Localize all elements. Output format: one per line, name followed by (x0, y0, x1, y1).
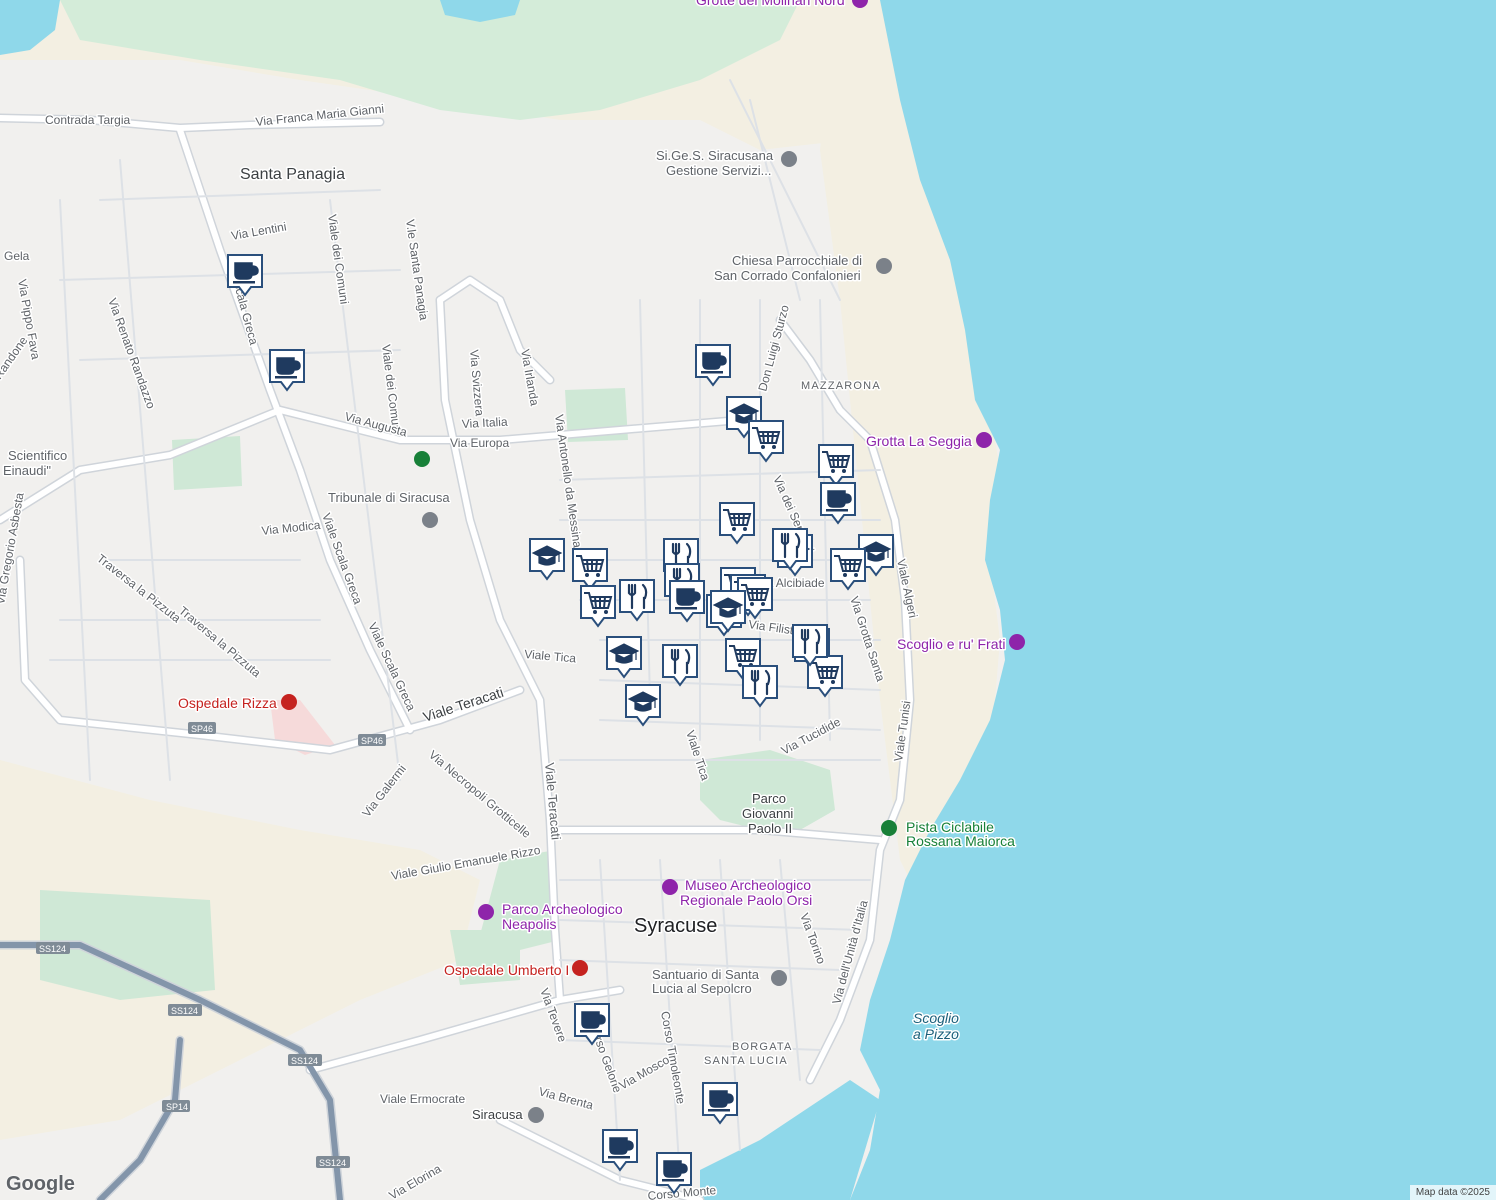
green-poi-pin[interactable] (414, 451, 430, 467)
ss124-label-3: SS124 (291, 1056, 318, 1066)
museo-pin[interactable] (662, 879, 678, 895)
museo-label-2[interactable]: Regionale Paolo Orsi (679, 891, 814, 910)
parco-label-3[interactable]: Paolo II (747, 820, 794, 838)
gela-label: Gela (4, 249, 30, 263)
chiesa-label-1[interactable]: Chiesa Parrocchiale di (731, 252, 864, 270)
ospedale-rizza-label[interactable]: Ospedale Rizza (177, 694, 279, 713)
sp46-label-1: SP46 (191, 724, 213, 734)
borgata-label-2: SANTA LUCIA (704, 1055, 788, 1067)
parco-label-1[interactable]: Parco (751, 790, 788, 808)
viale-ermocrate-label: Viale Ermocrate (380, 1092, 465, 1106)
sp14-label: SP14 (166, 1102, 188, 1112)
scoglio-pizzo-label-1: Scoglio (913, 1010, 959, 1026)
santuario-pin[interactable] (771, 970, 787, 986)
ss124-label-1: SS124 (39, 944, 66, 954)
ss124-label-4: SS124 (319, 1158, 346, 1168)
liceo-label-2[interactable]: Einaudi" (2, 462, 53, 480)
siges-label-2[interactable]: Gestione Servizi... (665, 162, 774, 180)
syracuse-label: Syracuse (634, 915, 717, 937)
chiesa-label-2[interactable]: San Corrado Confalonieri (713, 267, 863, 285)
grotta-la-seggia-pin[interactable] (976, 432, 992, 448)
sp46-label-2: SP46 (361, 736, 383, 746)
parco-label-2[interactable]: Giovanni (741, 805, 795, 823)
borgata-label-1: BORGATA (732, 1041, 793, 1053)
grotte-molinari-label[interactable]: Grotte dei Molinari Nord (695, 0, 847, 10)
scoglio-frati-label[interactable]: Scoglio e ru' Frati (896, 635, 1008, 654)
siges-label-1[interactable]: Si.Ge.S. Siracusana (655, 147, 776, 165)
chiesa-pin[interactable] (876, 258, 892, 274)
tribunale-label[interactable]: Tribunale di Siracusa (327, 489, 452, 507)
map-canvas[interactable]: Grotte dei Molinari Nord Contrada Targia… (0, 0, 1496, 1200)
via-italia-label: Via Italia (461, 415, 508, 431)
pista-label-2[interactable]: Rossana Maiorca (905, 832, 1017, 851)
museo-label-1[interactable]: Museo Archeologico (684, 876, 813, 895)
siracusa-station-label[interactable]: Siracusa (471, 1106, 525, 1124)
siges-pin[interactable] (781, 151, 797, 167)
parco-arch-label-1[interactable]: Parco Archeologico (501, 900, 625, 919)
santuario-label-2[interactable]: Lucia al Sepolcro (651, 980, 754, 998)
google-logo: Google (6, 1173, 75, 1195)
parco-arch-label-2[interactable]: Neapolis (501, 915, 558, 934)
santa-panagia-label: Santa Panagia (240, 166, 345, 183)
tribunale-pin[interactable] (422, 512, 438, 528)
ospedale-rizza-pin[interactable] (281, 694, 297, 710)
via-europa-label: Via Europa (450, 436, 509, 450)
parco-arch-pin[interactable] (478, 904, 494, 920)
siracusa-station-pin[interactable] (528, 1107, 544, 1123)
ospedale-umberto-label[interactable]: Ospedale Umberto I (443, 961, 571, 980)
ospedale-umberto-pin[interactable] (572, 960, 588, 976)
map-attribution[interactable]: Map data ©2025 (1409, 1185, 1496, 1200)
pista-pin[interactable] (881, 820, 897, 836)
scoglio-frati-pin[interactable] (1009, 634, 1025, 650)
mazzarona-label: MAZZARONA (801, 380, 881, 392)
santuario-label-1[interactable]: Santuario di Santa (651, 966, 762, 984)
scoglio-pizzo-label-2: a Pizzo (913, 1026, 959, 1042)
contrada-targia-label: Contrada Targia (45, 113, 130, 127)
grotta-la-seggia-label[interactable]: Grotta La Seggia (865, 432, 974, 451)
ss124-label-2: SS124 (171, 1006, 198, 1016)
liceo-label-1[interactable]: Scientifico (7, 447, 69, 465)
